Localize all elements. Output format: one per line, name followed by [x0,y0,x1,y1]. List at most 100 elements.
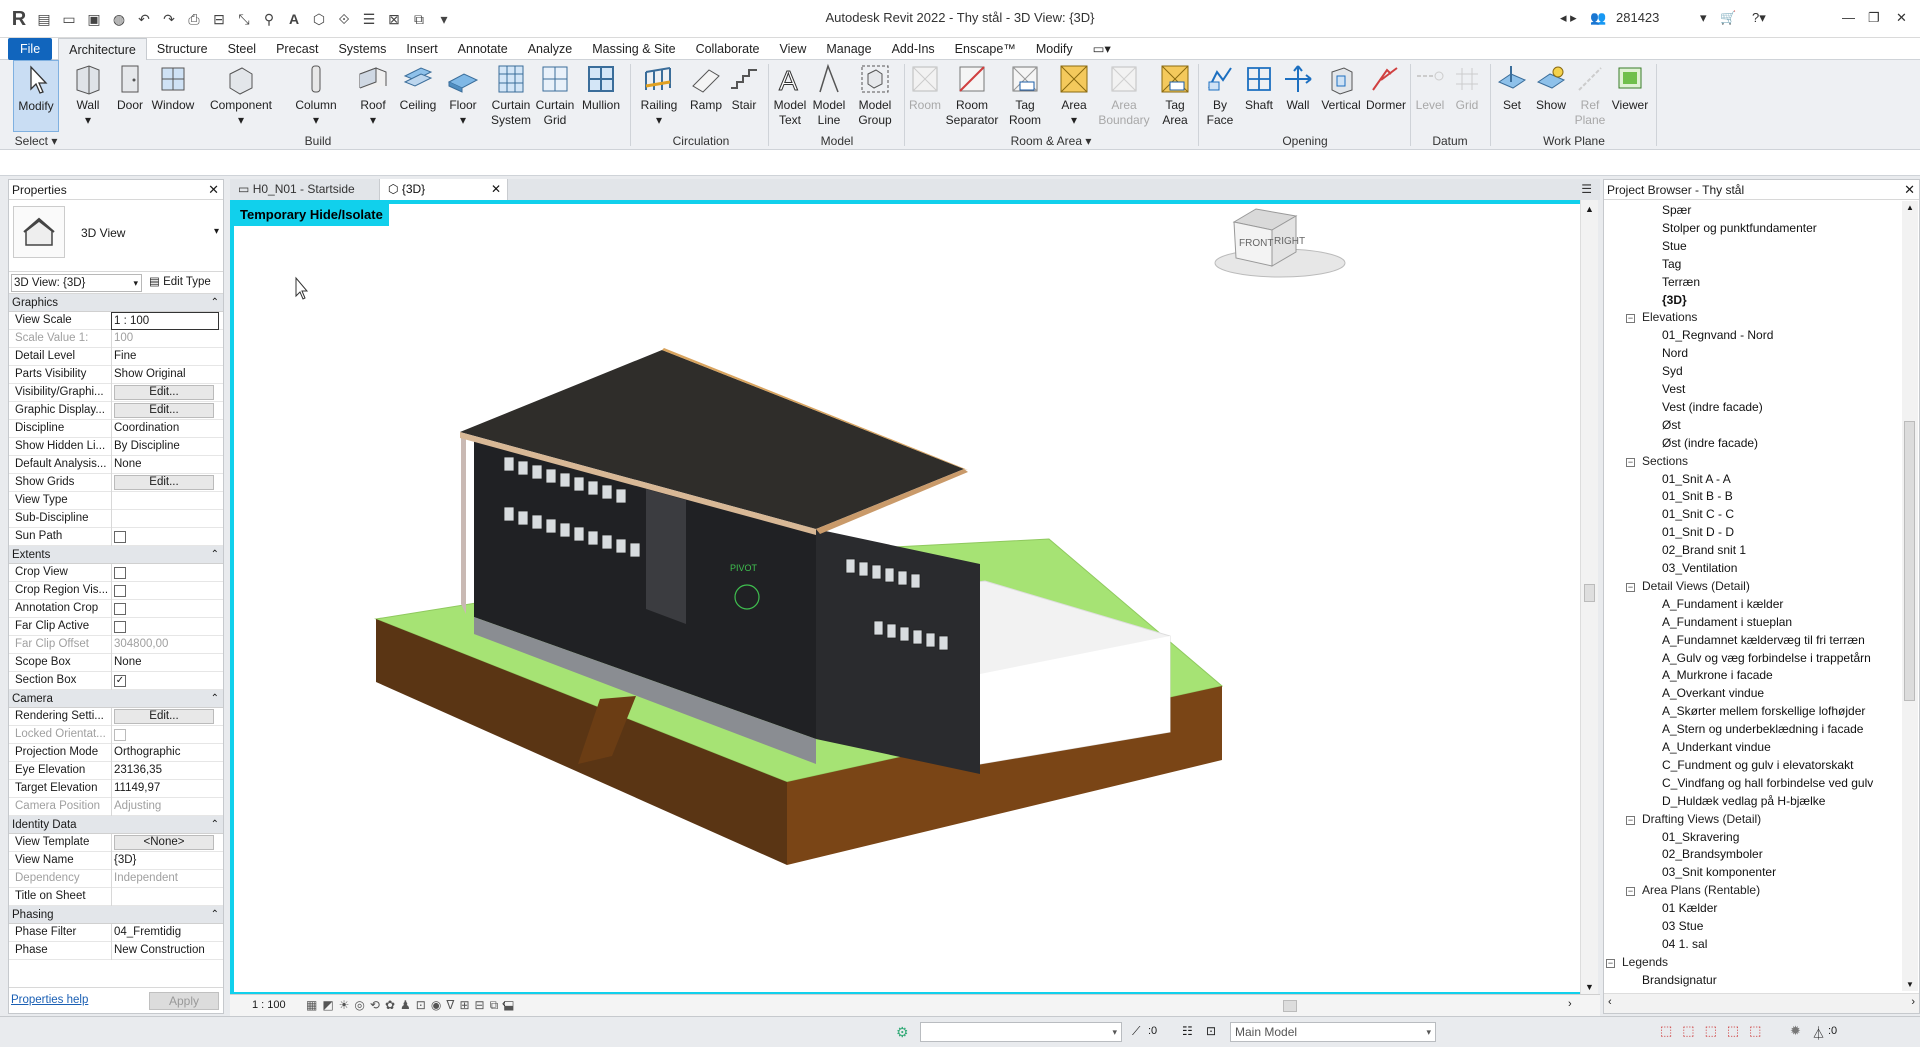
browser-view-item[interactable]: 01 Kælder [1662,901,1717,915]
scrollbar-thumb[interactable] [1584,584,1595,602]
tab-enscape[interactable]: Enscape™ [945,38,1026,60]
prop-projection-mode[interactable]: Projection Mode Orthographic [9,744,223,762]
set-button[interactable]: Set [1494,60,1530,132]
model-line-button[interactable]: Model Line [812,60,846,132]
tab-analyze[interactable]: Analyze [518,38,582,60]
tab-panel-toggle-icon[interactable]: ▭▾ [1083,38,1121,60]
floor-button[interactable]: Floor ▾ [444,60,482,132]
browser-view-item[interactable]: Nord [1662,346,1688,360]
editable-only-icon[interactable]: ⟋ [1132,1024,1140,1039]
edit-type-button[interactable]: ▤ Edit Type [149,274,211,288]
browser-view-item[interactable]: Syd [1662,364,1683,378]
prop-rendering-settings[interactable]: Rendering Setti... Edit... [9,708,223,726]
tree-collapse-icon[interactable]: − [1626,457,1635,467]
type-selector[interactable]: 3D View ▾ [9,200,223,272]
browser-view-item[interactable]: 03_Ventilation [1662,561,1737,575]
browser-view-item[interactable]: 01_Snit D - D [1662,525,1734,539]
modify-button[interactable]: Modify [13,60,59,132]
browser-view-item[interactable]: Stolper og punktfundamenter [1662,221,1817,235]
tab-insert[interactable]: Insert [396,38,447,60]
browser-view-item[interactable]: A_Underkant vindue [1662,740,1771,754]
browser-view-item[interactable]: A_Murkrone i facade [1662,668,1773,682]
browser-view-item[interactable]: A_Overkant vindue [1662,686,1764,700]
area-button[interactable]: Area ▾ [1054,60,1094,132]
properties-help-link[interactable]: Properties help [11,994,88,1006]
prop-sub-discipline[interactable]: Sub-Discipline [9,510,223,528]
tag-area-button[interactable]: Tag Area [1156,60,1194,132]
browser-view-item[interactable]: A_Fundament i stueplan [1662,615,1792,629]
view-scale-control[interactable]: 1 : 100 [252,999,286,1011]
main-model-selector[interactable]: Main Model ▾ [1230,1022,1436,1042]
browser-category[interactable]: Drafting Views (Detail) [1642,812,1761,826]
tab-massing-site[interactable]: Massing & Site [582,38,685,60]
help-icon[interactable]: ?▾ [1752,10,1766,26]
section-box-checkbox[interactable]: ✓ [114,675,126,687]
prop-phase[interactable]: Phase New Construction [9,942,223,960]
scroll-left-icon[interactable]: ‹ [1608,996,1612,1008]
browser-view-item[interactable]: 01_Skravering [1662,830,1739,844]
prop-view-type[interactable]: View Type [9,492,223,510]
prop-show-hidden-lines[interactable]: Show Hidden Li... By Discipline [9,438,223,456]
prop-crop-region-visible[interactable]: Crop Region Vis... [9,582,223,600]
panel-room-area[interactable]: Room & Area ▾ [906,132,1196,150]
window-button[interactable]: Window [150,60,196,132]
browser-category[interactable]: Area Plans (Rentable) [1642,883,1760,897]
crop-region-checkbox[interactable] [114,585,126,597]
tab-modify[interactable]: Modify [1026,38,1083,60]
browser-view-item[interactable]: 01_Regnvand - Nord [1662,328,1773,342]
prop-title-on-sheet[interactable]: Title on Sheet [9,888,223,906]
stair-button[interactable]: Stair [726,60,762,132]
group-phasing[interactable]: Phasing ⌃ [9,906,223,924]
by-face-button[interactable]: By Face [1200,60,1240,132]
tab-structure[interactable]: Structure [147,38,218,60]
prop-view-scale[interactable]: View Scale 1 : 100 [9,312,223,330]
tab-view-startside[interactable]: ▭ H0_N01 - Startside [230,179,380,200]
room-separator-button[interactable]: Room Separator [944,60,1000,132]
browser-view-item[interactable]: Spær [1662,203,1691,217]
browser-view-item[interactable]: Øst [1662,418,1681,432]
area-boundary-button[interactable]: Area Boundary [1096,60,1152,132]
scroll-up-icon[interactable]: ▲ [1585,204,1594,214]
browser-category[interactable]: Legends [1622,955,1668,969]
browser-view-item[interactable]: Øst (indre facade) [1662,436,1758,450]
user-icon[interactable]: 👥 [1590,10,1606,26]
minimize-icon[interactable]: — [1842,10,1855,25]
prop-crop-view[interactable]: Crop View [9,564,223,582]
show-button[interactable]: Show [1532,60,1570,132]
browser-view-item[interactable]: 03 Stue [1662,919,1703,933]
view-instance-selector[interactable]: 3D View: {3D} ▾ [11,274,142,292]
tree-collapse-icon[interactable]: − [1626,582,1635,592]
browser-view-item[interactable]: A_Skørter mellem forskellige lofhøjder [1662,704,1865,718]
wall-button[interactable]: Wall ▾ [70,60,106,132]
tab-collaborate[interactable]: Collaborate [686,38,770,60]
scroll-right-icon[interactable]: › [1911,996,1915,1008]
view-scale-input[interactable]: 1 : 100 [111,312,219,330]
browser-view-item[interactable]: A_Fundamnet kældervæg til fri terræn [1662,633,1865,647]
browser-category[interactable]: Elevations [1642,310,1697,324]
apply-button[interactable]: Apply [149,992,219,1010]
tabs-menu-icon[interactable]: ☰ [1573,179,1600,200]
tree-collapse-icon[interactable]: − [1626,815,1635,825]
workset-selector[interactable]: ▾ [920,1022,1122,1042]
view-template-button[interactable]: <None> [114,835,214,850]
browser-view-item[interactable]: Brandsignatur [1642,973,1717,987]
prop-annotation-crop[interactable]: Annotation Crop [9,600,223,618]
ramp-button[interactable]: Ramp [686,60,726,132]
tab-architecture[interactable]: Architecture [58,37,147,60]
browser-view-item[interactable]: A_Fundament i kælder [1662,597,1783,611]
browser-view-item[interactable]: 02_Brand snit 1 [1662,543,1746,557]
prop-phase-filter[interactable]: Phase Filter 04_Fremtidig [9,924,223,942]
browser-view-item[interactable]: {3D} [1662,293,1687,307]
prop-parts-visibility[interactable]: Parts Visibility Show Original [9,366,223,384]
scroll-down-icon[interactable]: ▼ [1906,980,1914,989]
vertical-scrollbar[interactable]: ▲ ▼ [1580,200,1598,996]
prop-discipline[interactable]: Discipline Coordination [9,420,223,438]
tree-collapse-icon[interactable]: − [1626,314,1635,324]
prop-section-box[interactable]: Section Box ✓ [9,672,223,690]
browser-view-item[interactable]: 01_Snit A - A [1662,472,1731,486]
browser-view-item[interactable]: 01_Snit C - C [1662,507,1734,521]
prop-default-analysis[interactable]: Default Analysis... None [9,456,223,474]
prop-view-template[interactable]: View Template <None> [9,834,223,852]
horizontal-scrollbar-thumb[interactable] [1283,1000,1297,1012]
annotation-crop-checkbox[interactable] [114,603,126,615]
